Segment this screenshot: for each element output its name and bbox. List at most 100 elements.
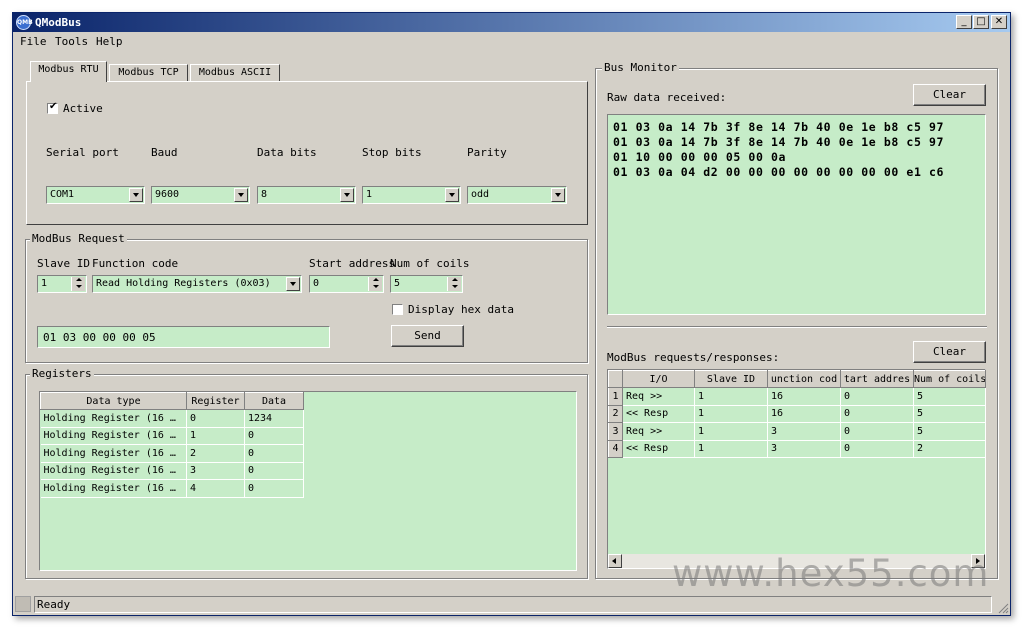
table-cell[interactable]: 2	[913, 440, 986, 458]
minimize-button[interactable]: _	[956, 15, 972, 29]
table-cell[interactable]: Holding Register (16 …	[40, 444, 187, 463]
tab-modbus-rtu[interactable]: Modbus RTU	[30, 61, 107, 82]
table-row[interactable]: Holding Register (16 … 1 0	[40, 427, 304, 445]
group-title: Bus Monitor	[602, 61, 679, 74]
start-address-spinbox[interactable]: 0	[309, 275, 384, 293]
table-cell[interactable]: 0	[244, 427, 304, 445]
active-checkbox[interactable]: ✔	[47, 101, 58, 114]
raw-line: 01 03 0a 14 7b 3f 8e 14 7b 40 0e 1e b8 c…	[613, 135, 945, 149]
chevron-down-icon[interactable]	[551, 188, 565, 202]
column-header-data[interactable]: Data	[244, 392, 304, 410]
chevron-down-icon[interactable]	[445, 188, 459, 202]
row-number[interactable]: 2	[608, 404, 623, 423]
table-row[interactable]: 3 Req >> 1 3 0 5	[608, 422, 986, 441]
function-code-select[interactable]: Read Holding Registers (0x03)	[92, 275, 302, 293]
table-cell[interactable]: 0	[840, 440, 914, 458]
stop-bits-select[interactable]: 1	[362, 186, 461, 204]
table-cell[interactable]: << Resp	[622, 440, 695, 458]
table-cell[interactable]: 16	[767, 387, 841, 406]
row-number[interactable]: 1	[608, 387, 623, 406]
table-row[interactable]: Holding Register (16 … 0 1234	[40, 409, 304, 428]
table-cell[interactable]: 5	[913, 422, 986, 441]
table-cell[interactable]: Holding Register (16 …	[40, 409, 187, 428]
row-number[interactable]: 4	[608, 439, 623, 458]
table-cell[interactable]: 0	[840, 405, 914, 423]
table-row[interactable]: Holding Register (16 … 2 0	[40, 444, 304, 463]
table-cell[interactable]: Holding Register (16 …	[40, 462, 187, 480]
table-cell[interactable]: 1	[694, 405, 768, 423]
table-cell[interactable]: 1234	[244, 409, 304, 428]
table-row[interactable]: 2 << Resp 1 16 0 5	[608, 404, 986, 423]
splitter[interactable]	[607, 326, 987, 328]
column-header-function-code[interactable]: unction cod	[767, 370, 841, 388]
tab-modbus-tcp[interactable]: Modbus TCP	[109, 64, 188, 82]
chevron-down-icon[interactable]	[286, 277, 300, 291]
column-header-start-address[interactable]: tart addres	[840, 370, 914, 388]
table-cell[interactable]: 1	[694, 387, 768, 406]
slave-id-spinbox[interactable]: 1	[37, 275, 87, 293]
modbus-request-group: ModBus Request Slave ID Function code St…	[25, 232, 588, 363]
table-cell[interactable]: 3	[767, 422, 841, 441]
chevron-down-icon[interactable]	[340, 188, 354, 202]
corner-header	[608, 370, 623, 388]
scroll-left-icon[interactable]	[608, 554, 622, 568]
tab-modbus-ascii[interactable]: Modbus ASCII	[190, 64, 280, 82]
table-cell[interactable]: 0	[186, 409, 245, 428]
row-number[interactable]: 3	[608, 422, 623, 441]
raw-data-view[interactable]: 01 03 0a 14 7b 3f 8e 14 7b 40 0e 1e b8 c…	[607, 114, 986, 315]
serial-port-label: Serial port	[46, 146, 119, 159]
table-cell[interactable]: 0	[840, 422, 914, 441]
table-cell[interactable]: 5	[913, 387, 986, 406]
table-cell[interactable]: 3	[186, 462, 245, 480]
menu-tools[interactable]: Tools	[55, 35, 88, 48]
table-cell[interactable]: 0	[244, 444, 304, 463]
send-button[interactable]: Send	[391, 325, 464, 347]
table-cell[interactable]: 3	[767, 440, 841, 458]
table-cell[interactable]: << Resp	[622, 405, 695, 423]
table-cell[interactable]: 2	[186, 444, 245, 463]
column-header-io[interactable]: I/O	[622, 370, 695, 388]
table-cell[interactable]: Holding Register (16 …	[40, 479, 187, 498]
menu-help[interactable]: Help	[96, 35, 123, 48]
table-cell[interactable]: 5	[913, 405, 986, 423]
baud-label: Baud	[151, 146, 178, 159]
display-hex-checkbox[interactable]	[392, 304, 403, 315]
table-cell[interactable]: 0	[244, 462, 304, 480]
clear-raw-button[interactable]: Clear	[913, 84, 986, 106]
chevron-down-icon[interactable]	[234, 188, 248, 202]
request-hex-field: 01 03 00 00 00 05	[37, 326, 330, 348]
table-cell[interactable]: 1	[694, 422, 768, 441]
reqresp-label: ModBus requests/responses:	[607, 351, 780, 364]
column-header-num-coils[interactable]: Num of coils	[913, 370, 986, 388]
table-cell[interactable]: Req >>	[622, 387, 695, 406]
table-cell[interactable]: 0	[840, 387, 914, 406]
resize-grip-icon[interactable]	[997, 602, 1009, 614]
serial-port-select[interactable]: COM1	[46, 186, 145, 204]
menu-file[interactable]: File	[20, 35, 47, 48]
table-cell[interactable]: Req >>	[622, 422, 695, 441]
status-text: Ready	[37, 598, 71, 611]
table-row[interactable]: Holding Register (16 … 3 0	[40, 462, 304, 480]
table-cell[interactable]: 1	[694, 440, 768, 458]
data-bits-select[interactable]: 8	[257, 186, 356, 204]
title-bar[interactable]: QMB QModBus _ □ ✕	[13, 13, 1010, 32]
parity-select[interactable]: odd	[467, 186, 567, 204]
close-button[interactable]: ✕	[991, 15, 1007, 29]
num-coils-spinbox[interactable]: 5	[390, 275, 463, 293]
table-cell[interactable]: 0	[244, 479, 304, 498]
table-row[interactable]: 1 Req >> 1 16 0 5	[608, 387, 986, 406]
baud-select[interactable]: 9600	[151, 186, 250, 204]
column-header-slave-id[interactable]: Slave ID	[694, 370, 768, 388]
maximize-button[interactable]: □	[973, 15, 989, 29]
column-header-register[interactable]: Register	[186, 392, 245, 410]
table-cell[interactable]: Holding Register (16 …	[40, 427, 187, 445]
parity-label: Parity	[467, 146, 507, 159]
column-header-data-type[interactable]: Data type	[40, 392, 187, 410]
table-row[interactable]: 4 << Resp 1 3 0 2	[608, 439, 986, 458]
chevron-down-icon[interactable]	[129, 188, 143, 202]
clear-reqresp-button[interactable]: Clear	[913, 341, 986, 363]
table-row[interactable]: Holding Register (16 … 4 0	[40, 479, 304, 498]
table-cell[interactable]: 16	[767, 405, 841, 423]
table-cell[interactable]: 1	[186, 427, 245, 445]
table-cell[interactable]: 4	[186, 479, 245, 498]
